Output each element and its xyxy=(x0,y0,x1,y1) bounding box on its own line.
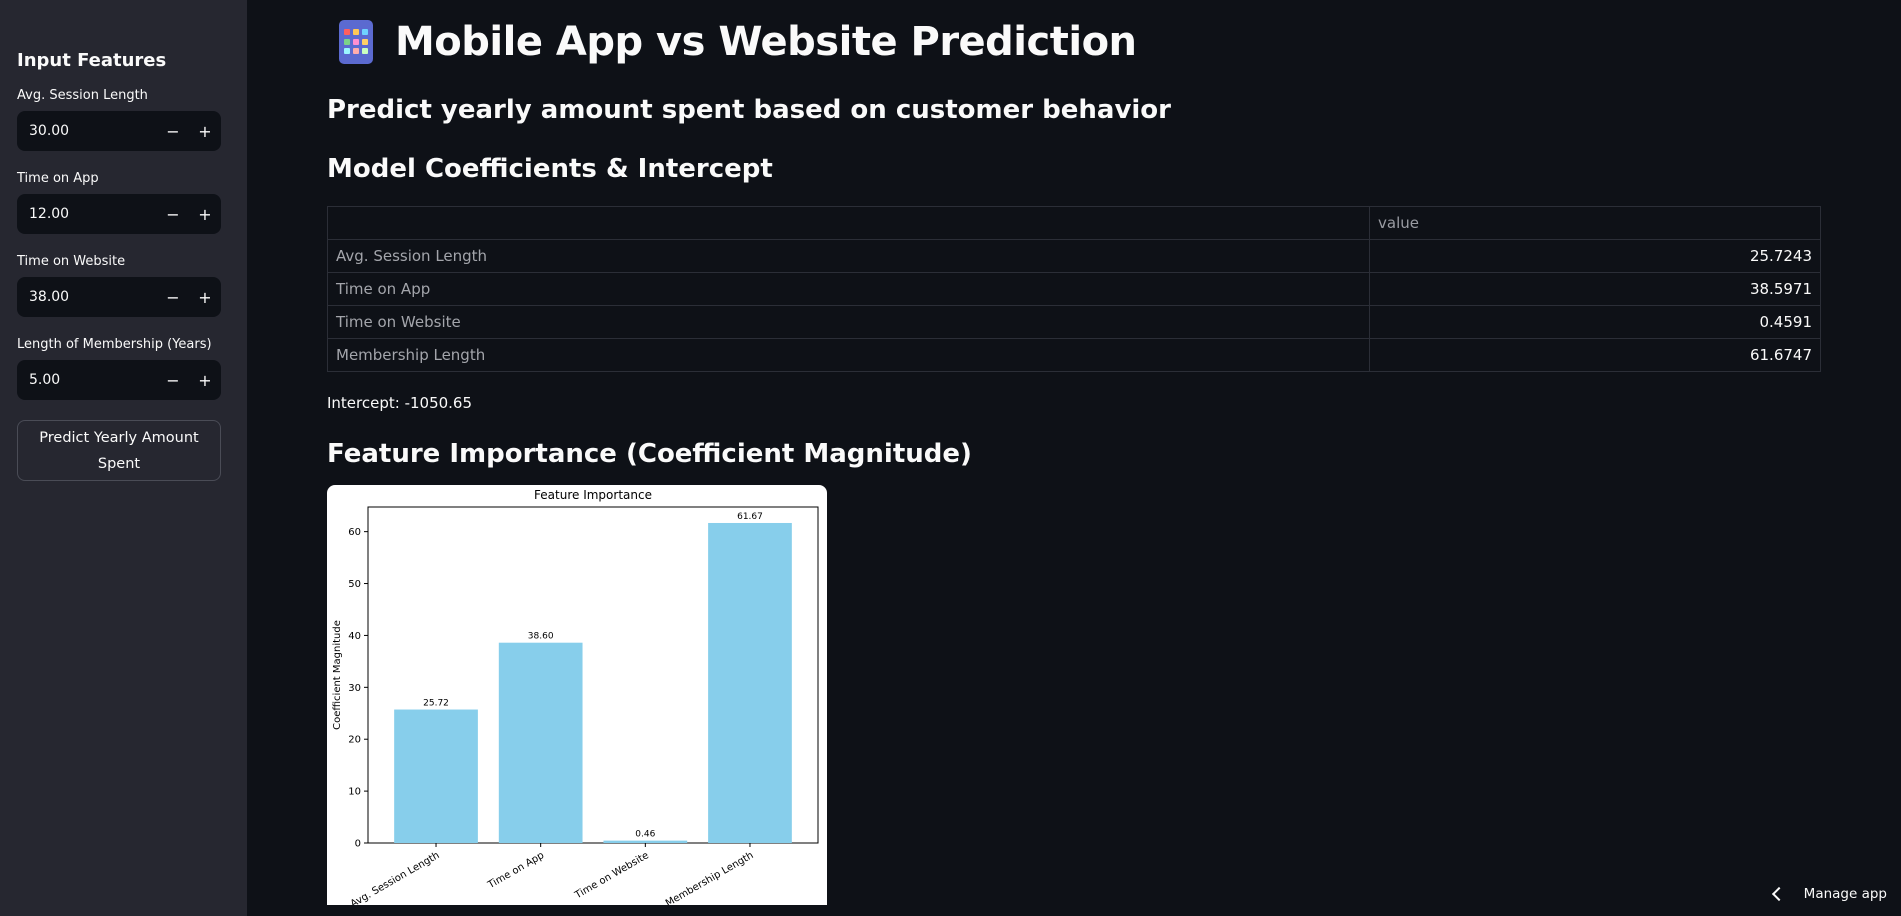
mobile-phone-icon xyxy=(339,20,373,64)
membership-length-value[interactable]: 5.00 xyxy=(17,372,157,388)
chart-x-tick-label: Membership Length xyxy=(664,850,756,905)
intercept-text: Intercept: -1050.65 xyxy=(327,394,473,412)
increment-button[interactable]: + xyxy=(189,360,221,400)
chart-y-tick-label: 0 xyxy=(355,839,361,850)
sidebar: Input Features Avg. Session Length 30.00… xyxy=(0,0,247,916)
chart-bar xyxy=(394,709,478,843)
coefficients-table: value Avg. Session Length 25.7243 Time o… xyxy=(327,206,1821,372)
time-on-website-input[interactable]: 38.00 − + xyxy=(17,277,221,317)
predict-button[interactable]: Predict Yearly Amount Spent xyxy=(17,420,221,481)
increment-button[interactable]: + xyxy=(189,111,221,151)
coefficients-heading: Model Coefficients & Intercept xyxy=(327,154,773,184)
chart-y-tick-label: 30 xyxy=(348,683,361,694)
chart-data-label: 25.72 xyxy=(423,699,449,709)
membership-length-label: Length of Membership (Years) xyxy=(17,337,212,352)
membership-length-input[interactable]: 5.00 − + xyxy=(17,360,221,400)
decrement-button[interactable]: − xyxy=(157,194,189,234)
table-header-index xyxy=(327,206,1370,240)
chart-y-tick-label: 10 xyxy=(348,787,361,798)
chart-data-label: 61.67 xyxy=(737,512,763,522)
chart-bar xyxy=(708,522,792,843)
session-length-label: Avg. Session Length xyxy=(17,88,148,103)
decrement-button[interactable]: − xyxy=(157,277,189,317)
chart-y-tick-label: 40 xyxy=(348,631,361,642)
table-row-name: Avg. Session Length xyxy=(327,239,1370,273)
time-on-website-value[interactable]: 38.00 xyxy=(17,289,157,305)
chart-bar xyxy=(498,642,583,843)
table-row: Time on Website 0.4591 xyxy=(327,305,1821,339)
sidebar-title: Input Features xyxy=(17,50,167,71)
time-on-app-label: Time on App xyxy=(17,171,99,186)
time-on-app-input[interactable]: 12.00 − + xyxy=(17,194,221,234)
chevron-left-icon xyxy=(1771,886,1786,902)
time-on-website-label: Time on Website xyxy=(17,254,126,269)
main-content: Mobile App vs Website Prediction Predict… xyxy=(327,0,1821,905)
session-length-input[interactable]: 30.00 − + xyxy=(17,111,221,151)
chart-data-label: 0.46 xyxy=(635,830,655,840)
table-row-value: 25.7243 xyxy=(1369,239,1821,273)
chart-y-tick-label: 20 xyxy=(348,735,361,746)
increment-button[interactable]: + xyxy=(189,277,221,317)
increment-button[interactable]: + xyxy=(189,194,221,234)
table-row: Membership Length 61.6747 xyxy=(327,338,1821,372)
decrement-button[interactable]: − xyxy=(157,111,189,151)
chart-x-tick-label: Avg. Session Length xyxy=(349,850,442,905)
table-row-name: Time on App xyxy=(327,272,1370,306)
page-subtitle: Predict yearly amount spent based on cus… xyxy=(327,95,1171,125)
manage-app-button[interactable]: Manage app xyxy=(1771,886,1887,902)
time-on-app-value[interactable]: 12.00 xyxy=(17,206,157,222)
table-row-name: Time on Website xyxy=(327,305,1370,339)
manage-app-label: Manage app xyxy=(1803,886,1887,902)
table-header-value: value xyxy=(1369,206,1821,240)
session-length-value[interactable]: 30.00 xyxy=(17,123,157,139)
page-title-text: Mobile App vs Website Prediction xyxy=(395,19,1137,65)
table-header-row: value xyxy=(327,206,1821,240)
chart-title: Feature Importance xyxy=(534,488,652,502)
table-row-value: 61.6747 xyxy=(1369,338,1821,372)
chart-data-label: 38.60 xyxy=(528,632,554,642)
table-row-value: 38.5971 xyxy=(1369,272,1821,306)
table-row-name: Membership Length xyxy=(327,338,1370,372)
chart-y-tick-label: 60 xyxy=(348,527,361,538)
page-title: Mobile App vs Website Prediction xyxy=(327,17,1821,67)
chart-y-axis-label: Coefficient Magnitude xyxy=(332,620,343,730)
table-row-value: 0.4591 xyxy=(1369,305,1821,339)
decrement-button[interactable]: − xyxy=(157,360,189,400)
chart-x-tick-label: Time on App xyxy=(485,850,546,891)
feature-importance-chart: Feature Importance Coefficient Magnitude… xyxy=(327,485,827,905)
importance-heading: Feature Importance (Coefficient Magnitud… xyxy=(327,439,972,469)
table-row: Avg. Session Length 25.7243 xyxy=(327,239,1821,273)
table-row: Time on App 38.5971 xyxy=(327,272,1821,306)
chart-y-tick-label: 50 xyxy=(348,579,361,590)
chart-bar xyxy=(603,840,688,843)
chart-x-tick-label: Time on Website xyxy=(572,850,650,902)
chart-svg: Feature Importance Coefficient Magnitude… xyxy=(332,488,819,905)
